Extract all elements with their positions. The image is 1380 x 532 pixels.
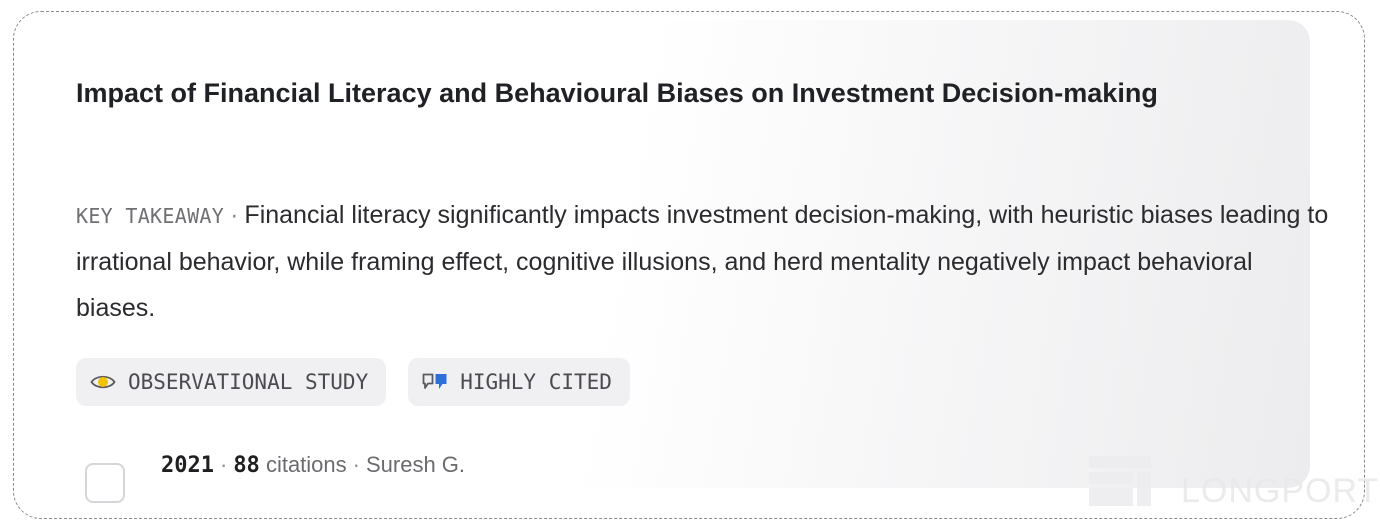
paper-title[interactable]: Impact of Financial Literacy and Behavio… [76, 67, 1296, 119]
quote-icon [422, 372, 448, 392]
tag-label: HIGHLY CITED [460, 370, 612, 394]
tag-list: OBSERVATIONAL STUDY HIGHLY CITED [76, 358, 630, 406]
paper-meta: 2021 · 88 citations · Suresh G. [161, 452, 465, 478]
select-checkbox[interactable] [85, 463, 125, 503]
watermark: LONGPORT [1075, 450, 1379, 511]
key-takeaway-text: Financial literacy significantly impacts… [76, 201, 1329, 322]
eye-icon [90, 372, 116, 392]
tag-highly-cited[interactable]: HIGHLY CITED [408, 358, 630, 406]
tag-observational-study[interactable]: OBSERVATIONAL STUDY [76, 358, 387, 406]
tag-label: OBSERVATIONAL STUDY [128, 370, 369, 394]
watermark-text: LONGPORT [1181, 472, 1380, 510]
watermark-logo-icon [1089, 455, 1151, 506]
meta-separator: · [219, 452, 228, 477]
citation-count: 88 [233, 453, 260, 478]
author-name[interactable]: Suresh G. [366, 452, 465, 477]
meta-separator: · [352, 452, 360, 477]
key-takeaway: KEY TAKEAWAY · Financial literacy signific… [76, 192, 1331, 331]
takeaway-separator: · [230, 201, 239, 229]
publication-year: 2021 [161, 453, 214, 478]
key-takeaway-label: KEY TAKEAWAY [76, 204, 225, 228]
citations-word: citations [265, 452, 347, 477]
